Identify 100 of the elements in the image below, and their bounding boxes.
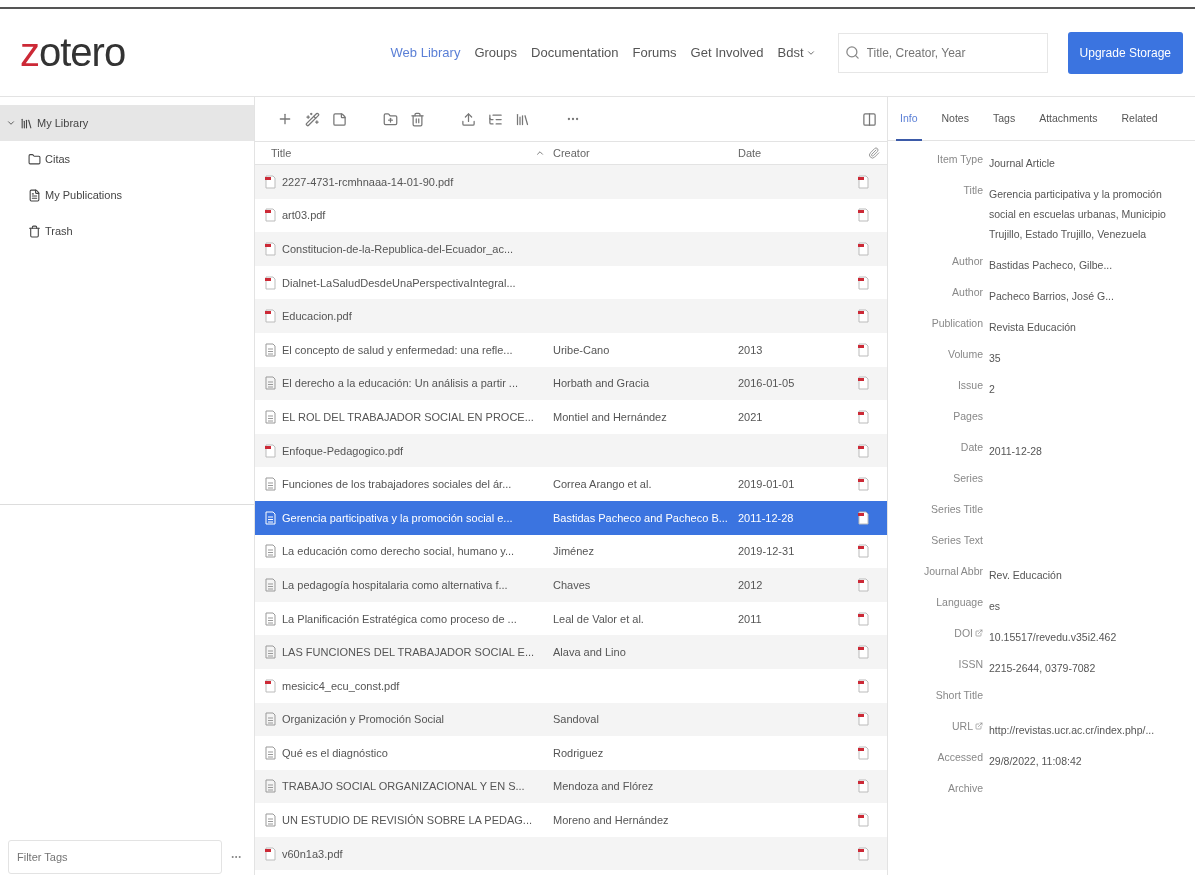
date-cell: 2011-12-28 <box>738 511 794 524</box>
table-row[interactable]: Constitucion-de-la-Republica-del-Ecuador_ac... <box>255 232 887 266</box>
field-value[interactable]: http://revistas.ucr.ac.cr/index.php/... <box>989 720 1181 740</box>
table-row[interactable]: La pedagogía hospitalaria como alternativa f... Chaves 2012 <box>255 568 887 602</box>
document-icon <box>265 745 276 760</box>
field-label: Date <box>960 441 983 453</box>
date-cell: 2011 <box>738 612 762 625</box>
table-row[interactable]: v60n1a3.pdf <box>255 836 887 871</box>
field-label: Volume <box>947 348 983 360</box>
column-header[interactable]: Title <box>271 147 553 159</box>
title-cell-text: La Planificación Estratégica como proceso de ... <box>282 612 518 625</box>
title-cell-text: El derecho a la educación: Un análisis a partir ... <box>282 377 520 390</box>
column-header[interactable]: Date <box>738 147 868 159</box>
title-cell-text: TRABAJO SOCIAL ORGANIZACIONAL Y EN S... <box>282 780 526 793</box>
pdf-attachment-icon <box>858 745 869 760</box>
field-label: Series <box>953 472 983 484</box>
field-label: Author <box>952 286 983 298</box>
nav-link[interactable]: Groups <box>474 45 518 60</box>
table-row[interactable]: Gerencia participativa y la promoción social e... Bastidas Pacheco and Pacheco B... 2011-12-28 <box>255 500 887 535</box>
field-label: Title <box>963 184 983 196</box>
nav-link[interactable]: Bdst <box>777 45 816 60</box>
title-cell-text: Funciones de los trabajadores sociales del ár... <box>282 478 513 491</box>
field-value[interactable]: Rev. Educación <box>989 565 1181 585</box>
sidebar-item[interactable]: Citas <box>0 141 254 177</box>
field-value[interactable]: Bastidas Pacheco, Gilbe... <box>989 255 1181 275</box>
field-label: Publication <box>931 317 983 329</box>
nav-link[interactable]: Forums <box>632 45 677 60</box>
nav-link[interactable]: Web Library <box>390 45 461 60</box>
sort-icon <box>535 148 545 158</box>
field-value[interactable]: Journal Article <box>989 153 1181 173</box>
zotero-logo[interactable]: zotero <box>20 30 391 75</box>
pdf-file-icon <box>265 846 276 861</box>
field-label: Series Text <box>931 534 983 546</box>
note-icon[interactable] <box>332 111 347 127</box>
field-value[interactable]: es <box>989 596 1181 616</box>
sidebar-item[interactable]: My Library <box>0 105 254 141</box>
pdf-attachment-icon <box>858 510 869 525</box>
pane-tab[interactable]: Related <box>1117 96 1162 141</box>
field-value[interactable]: 2215-2644, 0379-7082 <box>989 658 1181 678</box>
columns-icon[interactable] <box>862 111 877 127</box>
pdf-attachment-icon <box>858 208 869 223</box>
sidebar-item[interactable]: My Publications <box>0 177 254 213</box>
document-icon <box>265 477 276 492</box>
list-icon[interactable] <box>488 111 503 127</box>
pane-tab[interactable]: Info <box>896 96 922 141</box>
pdf-attachment-icon <box>858 342 869 357</box>
field-value[interactable]: 2 <box>989 379 1181 399</box>
table-row[interactable]: Organización y Promoción Social Sandoval <box>255 702 887 737</box>
title-cell-text: LAS FUNCIONES DEL TRABAJADOR SOCIAL E... <box>282 646 536 659</box>
sidebar-item[interactable]: Trash <box>0 213 254 249</box>
pdf-attachment-icon <box>858 242 869 256</box>
pdf-attachment-icon <box>858 409 869 424</box>
document-icon <box>265 779 276 794</box>
pane-tab[interactable]: Attachments <box>1035 96 1102 141</box>
table-row[interactable]: Educacion.pdf <box>255 299 887 333</box>
creator-cell: Bastidas Pacheco and Pacheco B... <box>553 511 728 524</box>
upload-icon[interactable] <box>461 111 476 127</box>
column-header[interactable]: Creator <box>553 147 738 159</box>
nav-link[interactable]: Get Involved <box>690 45 764 60</box>
date-cell: 2019-01-01 <box>738 478 795 491</box>
field-value[interactable]: 29/8/2022, 11:08:42 <box>989 751 1181 771</box>
field-value[interactable]: 2011-12-28 <box>989 441 1181 461</box>
add-icon[interactable] <box>277 111 293 127</box>
paperclip-icon <box>868 147 880 159</box>
creator-cell: Jiménez <box>553 545 594 558</box>
field-label: Short Title <box>935 689 983 701</box>
field-label: Item Type <box>937 153 983 165</box>
creator-cell: Uribe-Cano <box>553 343 610 356</box>
pdf-attachment-icon <box>858 309 869 324</box>
document-icon <box>265 645 276 660</box>
table-row[interactable]: Enfoque-Pedagogico.pdf <box>255 433 887 468</box>
field-label: Accessed <box>937 751 983 763</box>
nav-link[interactable]: Documentation <box>531 45 619 60</box>
table-row[interactable]: 2227-4731-rcmhnaaa-14-01-90.pdf <box>255 165 887 199</box>
search-field[interactable]: Title, Creator, Year <box>837 32 1048 73</box>
field-label: Series Title <box>931 503 983 515</box>
table-row[interactable]: El derecho a la educación: Un análisis a partir ... Horbath and Gracia 2016-01-05 <box>255 366 887 401</box>
title-cell-text: Gerencia participativa y la promoción social e... <box>282 511 514 524</box>
title-cell-text: EL ROL DEL TRABAJADOR SOCIAL EN PROCE... <box>282 410 535 423</box>
filter-tags-field[interactable]: Filter Tags <box>8 840 222 874</box>
title-cell-text: Constitucion-de-la-Republica-del-Ecuador_ac... <box>282 243 515 255</box>
table-row[interactable]: TRABAJO SOCIAL ORGANIZACIONAL Y EN S... Mendoza and Flórez <box>255 769 887 804</box>
table-row[interactable]: LAS FUNCIONES DEL TRABAJADOR SOCIAL E... Alava and Lino <box>255 635 887 669</box>
field-value[interactable]: Gerencia participativa y la promoción social en escuelas urbanas, Municipio Trujillo, Estado Trujillo, Venezuela <box>989 184 1181 244</box>
pdf-attachment-icon <box>858 846 869 861</box>
field-value[interactable]: Revista Educación <box>989 317 1181 337</box>
trash-icon <box>28 224 41 238</box>
pane-tab[interactable]: Tags <box>988 96 1020 141</box>
date-cell: 2016-01-05 <box>738 377 795 390</box>
wand-icon[interactable] <box>305 111 320 127</box>
expand-icon[interactable] <box>6 118 16 128</box>
creator-cell: Montiel and Hernández <box>553 410 667 423</box>
field-value[interactable]: 35 <box>989 348 1181 368</box>
pane-tab[interactable]: Notes <box>937 96 973 141</box>
folder-add-icon[interactable] <box>383 111 398 127</box>
field-value[interactable]: 10.15517/revedu.v35i2.462 <box>989 627 1181 647</box>
upgrade-storage-button[interactable]: Upgrade Storage <box>1067 31 1183 74</box>
field-value[interactable]: Pacheco Barrios, José G... <box>989 286 1181 306</box>
library-icon[interactable] <box>515 111 530 127</box>
trash-icon[interactable] <box>410 111 425 127</box>
